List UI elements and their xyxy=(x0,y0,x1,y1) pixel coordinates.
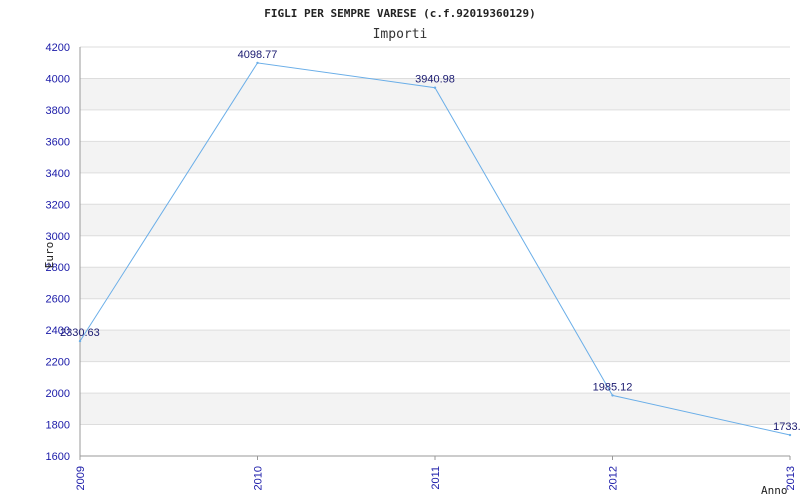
y-tick-label: 2200 xyxy=(46,357,70,369)
data-point xyxy=(78,339,82,343)
x-tick-label: 2009 xyxy=(75,466,87,490)
y-tick-label: 3000 xyxy=(46,231,70,243)
y-tick-label: 1600 xyxy=(46,451,70,463)
grid-bands xyxy=(80,78,790,425)
y-tick-label: 3600 xyxy=(46,136,70,148)
grid-band xyxy=(80,393,790,425)
y-tick-label: 3800 xyxy=(46,105,70,117)
y-tick-label: 2000 xyxy=(46,388,70,400)
grid-band xyxy=(80,204,790,236)
data-point xyxy=(433,86,437,89)
y-tick-label: 4200 xyxy=(46,42,70,54)
x-axis-label: Anno xyxy=(761,484,788,497)
x-tick-label: 2012 xyxy=(608,466,620,490)
data-point xyxy=(256,61,259,65)
series-lines xyxy=(78,61,792,437)
data-label: 2330.63 xyxy=(60,327,100,339)
data-point xyxy=(788,433,792,437)
y-tick-label: 1800 xyxy=(46,420,70,432)
grid-band xyxy=(80,330,790,362)
x-tick-labels: 2009 2010 2011 2012 2013 xyxy=(75,456,797,490)
y-tick-label: 3400 xyxy=(46,168,70,180)
y-axis-label: Euro xyxy=(43,242,56,269)
chart-title: FIGLI PER SEMPRE VARESE (c.f.92019360129… xyxy=(264,7,536,20)
data-label: 4098.77 xyxy=(238,49,278,61)
data-label: 3940.98 xyxy=(415,74,455,86)
series-line xyxy=(79,62,791,436)
y-tick-label: 3200 xyxy=(46,199,70,211)
y-tick-label: 2600 xyxy=(46,294,70,306)
grid-band xyxy=(80,141,790,173)
chart-subtitle: Importi xyxy=(373,27,428,42)
x-tick-label: 2011 xyxy=(430,466,442,490)
y-tick-label: 4000 xyxy=(46,73,70,85)
data-label: 1985.12 xyxy=(593,381,633,393)
x-tick-label: 2010 xyxy=(253,466,265,490)
data-label: 1733.2 xyxy=(773,421,800,433)
line-chart: 1600180020002200240026002800300032003400… xyxy=(43,7,800,497)
data-point xyxy=(611,394,614,397)
grid-band xyxy=(80,267,790,299)
